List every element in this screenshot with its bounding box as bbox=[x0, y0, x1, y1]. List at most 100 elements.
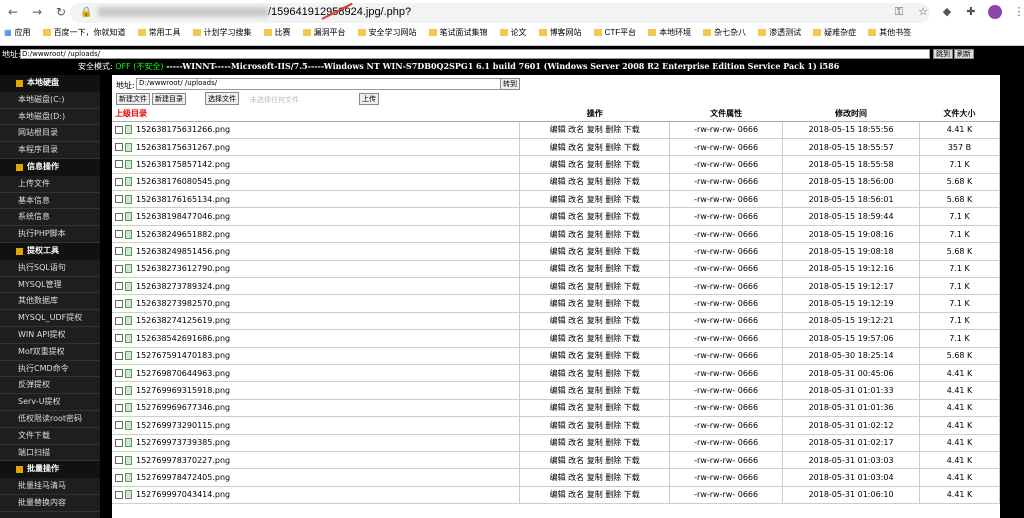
sidebar-item[interactable]: 本地磁盘(D:) bbox=[0, 109, 100, 126]
dir-input[interactable]: D:/wwwroot/ /uploads/ bbox=[136, 78, 508, 90]
goto-dir-button[interactable]: 转到 bbox=[500, 78, 520, 90]
file-name[interactable]: 152638273612790.png bbox=[136, 264, 230, 273]
file-name[interactable]: 152638176165134.png bbox=[136, 195, 230, 204]
file-actions[interactable]: 编辑 改名 复制 删除 下载 bbox=[519, 207, 671, 226]
file-actions[interactable]: 编辑 改名 复制 删除 下载 bbox=[519, 486, 671, 505]
goto-button[interactable]: 跳到 bbox=[933, 49, 953, 59]
file-name[interactable]: 152767591470183.png bbox=[136, 351, 230, 360]
row-checkbox[interactable] bbox=[115, 386, 123, 395]
row-checkbox[interactable] bbox=[115, 125, 123, 134]
row-checkbox[interactable] bbox=[115, 177, 123, 186]
sidebar-item[interactable]: Serv-U提权 bbox=[0, 394, 100, 411]
bookmark-item[interactable]: 百度一下，你就知道 bbox=[42, 27, 126, 38]
file-actions[interactable]: 编辑 改名 复制 删除 下载 bbox=[519, 260, 671, 279]
bookmark-item[interactable]: 本地环境 bbox=[648, 27, 691, 38]
file-name[interactable]: 152638175857142.png bbox=[136, 160, 230, 169]
row-checkbox[interactable] bbox=[115, 282, 123, 291]
addr-input[interactable]: D:/wwwroot/ /uploads/ bbox=[20, 49, 930, 59]
file-name[interactable]: 152638175631266.png bbox=[136, 125, 230, 134]
file-actions[interactable]: 编辑 改名 复制 删除 下载 bbox=[519, 381, 671, 400]
file-name[interactable]: 152638175631267.png bbox=[136, 143, 230, 152]
menu-icon[interactable]: ⋮ bbox=[1012, 5, 1024, 22]
parent-dir-link[interactable]: 上级目录 bbox=[112, 107, 520, 122]
row-checkbox[interactable] bbox=[115, 230, 123, 239]
file-actions[interactable]: 编辑 改名 复制 删除 下载 bbox=[519, 190, 671, 209]
file-name[interactable]: 152769997043414.png bbox=[136, 490, 230, 499]
file-actions[interactable]: 编辑 改名 复制 删除 下载 bbox=[519, 312, 671, 331]
sidebar-item[interactable]: 基本信息 bbox=[0, 193, 100, 210]
sidebar-item[interactable]: 文件下载 bbox=[0, 428, 100, 445]
row-checkbox[interactable] bbox=[115, 421, 123, 430]
file-actions[interactable]: 编辑 改名 复制 删除 下载 bbox=[519, 416, 671, 435]
sidebar-item[interactable]: 本程序目录 bbox=[0, 142, 100, 159]
back-icon[interactable]: ← bbox=[6, 5, 20, 19]
bookmark-item[interactable]: 疑难杂症 bbox=[813, 27, 856, 38]
file-actions[interactable]: 编辑 改名 复制 删除 下载 bbox=[519, 468, 671, 487]
bookmark-item[interactable]: 笔试面试集锦 bbox=[428, 27, 488, 38]
file-actions[interactable]: 编辑 改名 复制 删除 下载 bbox=[519, 173, 671, 192]
reload-icon[interactable]: ↻ bbox=[54, 5, 68, 19]
file-actions[interactable]: 编辑 改名 复制 删除 下载 bbox=[519, 225, 671, 244]
file-actions[interactable]: 编辑 改名 复制 删除 下载 bbox=[519, 242, 671, 261]
file-name[interactable]: 152769973290115.png bbox=[136, 421, 230, 430]
sidebar-item[interactable]: MYSQL_UDF提权 bbox=[0, 310, 100, 327]
bookmark-item[interactable]: 漏洞平台 bbox=[302, 27, 346, 38]
new-file-button[interactable]: 新建文件 bbox=[116, 93, 150, 105]
refresh-button[interactable]: 刷新 bbox=[954, 49, 974, 59]
sidebar-item[interactable]: WIN API提权 bbox=[0, 327, 100, 344]
sidebar-item[interactable]: 系统信息 bbox=[0, 209, 100, 227]
row-checkbox[interactable] bbox=[115, 334, 123, 343]
bookmark-item[interactable]: 杂七杂八 bbox=[703, 27, 746, 38]
sidebar-item[interactable]: 反弹提权 bbox=[0, 377, 100, 395]
row-checkbox[interactable] bbox=[115, 473, 123, 482]
file-actions[interactable]: 编辑 改名 复制 删除 下载 bbox=[519, 399, 671, 418]
avatar[interactable] bbox=[988, 5, 1002, 22]
file-name[interactable]: 152638249851456.png bbox=[136, 247, 230, 256]
file-name[interactable]: 152769978472405.png bbox=[136, 473, 230, 482]
file-name[interactable]: 152638198477046.png bbox=[136, 212, 230, 221]
row-checkbox[interactable] bbox=[115, 490, 123, 499]
file-actions[interactable]: 编辑 改名 复制 删除 下载 bbox=[519, 155, 671, 174]
file-actions[interactable]: 编辑 改名 复制 删除 下载 bbox=[519, 347, 671, 365]
bookmark-item[interactable]: ▦ 应用 bbox=[4, 27, 31, 38]
key-icon[interactable]: ⚿ bbox=[892, 5, 906, 22]
bookmark-item[interactable]: 安全学习网站 bbox=[357, 27, 417, 38]
row-checkbox[interactable] bbox=[115, 456, 123, 465]
row-checkbox[interactable] bbox=[115, 316, 123, 325]
sidebar-item[interactable]: 批量挂马清马 bbox=[0, 478, 100, 495]
row-checkbox[interactable] bbox=[115, 247, 123, 256]
file-name[interactable]: 152638542691686.png bbox=[136, 334, 230, 343]
file-name[interactable]: 152638274125619.png bbox=[136, 316, 230, 325]
sidebar-item[interactable]: 批量替换内容 bbox=[0, 495, 100, 512]
sidebar-item[interactable]: Mof双重提权 bbox=[0, 344, 100, 361]
extension-icon[interactable]: ◆ bbox=[940, 5, 954, 22]
row-checkbox[interactable] bbox=[115, 403, 123, 412]
choose-file-button[interactable]: 选择文件 bbox=[205, 92, 239, 105]
file-name[interactable]: 152769969677346.png bbox=[136, 403, 230, 412]
file-actions[interactable]: 编辑 改名 复制 删除 下载 bbox=[519, 364, 671, 383]
file-actions[interactable]: 编辑 改名 复制 删除 下载 bbox=[519, 138, 671, 157]
row-checkbox[interactable] bbox=[115, 264, 123, 273]
file-actions[interactable]: 编辑 改名 复制 删除 下载 bbox=[519, 434, 671, 452]
row-checkbox[interactable] bbox=[115, 369, 123, 378]
row-checkbox[interactable] bbox=[115, 351, 123, 360]
sidebar-item[interactable]: 端口扫描 bbox=[0, 445, 100, 462]
address-bar[interactable]: 🔒 /159641912958924.jpg/.php? bbox=[70, 3, 930, 23]
row-checkbox[interactable] bbox=[115, 212, 123, 221]
file-name[interactable]: 152769978370227.png bbox=[136, 456, 230, 465]
sidebar-item[interactable]: 执行PHP脚本 bbox=[0, 226, 100, 243]
new-dir-button[interactable]: 新建目录 bbox=[152, 93, 186, 105]
upload-button[interactable]: 上传 bbox=[359, 93, 379, 105]
row-checkbox[interactable] bbox=[115, 438, 123, 447]
bookmark-item[interactable]: 博客网站 bbox=[538, 27, 582, 38]
sidebar-item[interactable]: 网站根目录 bbox=[0, 125, 100, 143]
file-actions[interactable]: 编辑 改名 复制 删除 下载 bbox=[519, 277, 671, 296]
forward-icon[interactable]: → bbox=[30, 5, 44, 19]
file-name[interactable]: 152638176080545.png bbox=[136, 177, 230, 186]
row-checkbox[interactable] bbox=[115, 195, 123, 204]
sidebar-item[interactable]: MYSQL管理 bbox=[0, 277, 100, 294]
bookmark-item[interactable]: 论文 bbox=[499, 27, 527, 38]
file-name[interactable]: 152769969315918.png bbox=[136, 386, 230, 395]
sidebar-item[interactable]: 执行SQL语句 bbox=[0, 260, 100, 277]
sidebar-item[interactable]: 上传文件 bbox=[0, 176, 100, 193]
